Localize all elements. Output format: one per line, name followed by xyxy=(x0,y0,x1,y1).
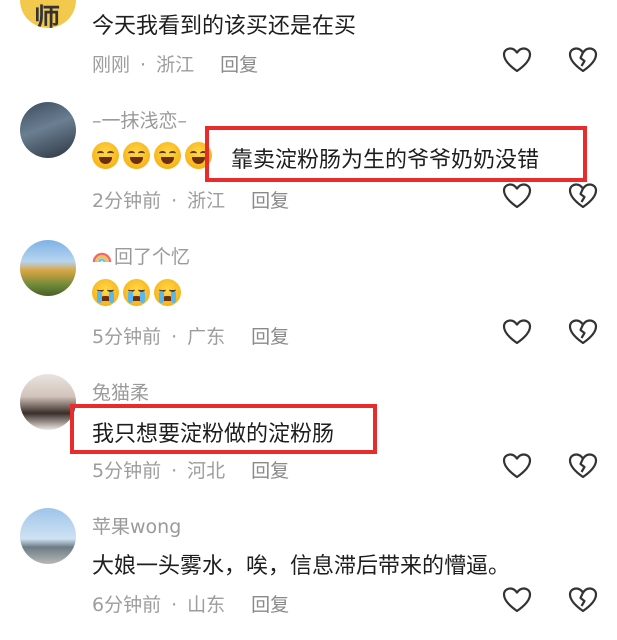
comment-time: 5分钟前 xyxy=(92,326,162,348)
comment-time: 刚刚 xyxy=(92,54,131,76)
comment-username: 兔猫柔 xyxy=(92,382,150,404)
comment-text: 今天我看到的该买还是在买 xyxy=(92,14,357,39)
comment-meta: 5分钟前 · 广东 回复 xyxy=(92,322,289,349)
reply-button[interactable]: 回复 xyxy=(251,322,289,349)
meta-separator: · xyxy=(171,594,178,616)
comment-meta: 2分钟前 · 浙江 回复 xyxy=(92,186,289,213)
username-text: 回了个忆 xyxy=(114,246,191,268)
reply-button[interactable]: 回复 xyxy=(251,456,289,483)
crying-emoji-icon xyxy=(92,279,119,306)
comment-time: 2分钟前 xyxy=(92,190,162,212)
comment-location: 浙江 xyxy=(156,54,195,76)
comment-location: 河北 xyxy=(187,460,226,482)
comment-time: 6分钟前 xyxy=(92,594,162,616)
broken-heart-icon[interactable] xyxy=(568,182,598,210)
heart-outline-icon[interactable] xyxy=(502,182,532,210)
crying-emoji-icon xyxy=(123,279,150,306)
rainbow-icon xyxy=(92,252,112,263)
meta-separator: · xyxy=(171,460,178,482)
laugh-cry-emoji-icon xyxy=(92,142,119,169)
comment-meta: 6分钟前 · 山东 回复 xyxy=(92,590,289,617)
comment-location: 山东 xyxy=(187,594,226,616)
comment-username: 回了个忆 xyxy=(92,242,190,269)
highlight-box xyxy=(70,404,377,454)
laugh-cry-emoji-icon xyxy=(154,142,181,169)
comment-location: 浙江 xyxy=(187,190,226,212)
heart-outline-icon[interactable] xyxy=(502,452,532,480)
avatar[interactable] xyxy=(20,102,76,158)
comment-username: 苹果wong xyxy=(92,516,182,538)
emoji-row xyxy=(92,142,216,169)
comment-text: 大娘一头雾水，唉，信息滞后带来的懵逼。 xyxy=(92,554,511,579)
avatar-glyph: 师 xyxy=(34,4,61,28)
emoji-row xyxy=(92,279,185,306)
heart-outline-icon[interactable] xyxy=(502,586,532,614)
crying-emoji-icon xyxy=(154,279,181,306)
heart-outline-icon[interactable] xyxy=(502,46,532,74)
avatar[interactable] xyxy=(20,240,76,296)
broken-heart-icon[interactable] xyxy=(568,318,598,346)
avatar[interactable]: 师 xyxy=(20,0,76,28)
comment-location: 广东 xyxy=(187,326,226,348)
comment-time: 5分钟前 xyxy=(92,460,162,482)
broken-heart-icon[interactable] xyxy=(568,452,598,480)
laugh-cry-emoji-icon xyxy=(123,142,150,169)
reply-button[interactable]: 回复 xyxy=(220,50,258,77)
heart-outline-icon[interactable] xyxy=(502,318,532,346)
avatar[interactable] xyxy=(20,374,76,430)
comment-meta: 刚刚 · 浙江 回复 xyxy=(92,50,258,77)
broken-heart-icon[interactable] xyxy=(568,586,598,614)
highlight-box xyxy=(205,126,587,182)
reply-button[interactable]: 回复 xyxy=(251,186,289,213)
broken-heart-icon[interactable] xyxy=(568,46,598,74)
meta-separator: · xyxy=(140,54,147,76)
meta-separator: · xyxy=(171,326,178,348)
comment-username: –一抹浅恋– xyxy=(92,110,188,132)
avatar[interactable] xyxy=(20,508,76,564)
meta-separator: · xyxy=(171,190,178,212)
reply-button[interactable]: 回复 xyxy=(251,590,289,617)
comment-meta: 5分钟前 · 河北 回复 xyxy=(92,456,289,483)
